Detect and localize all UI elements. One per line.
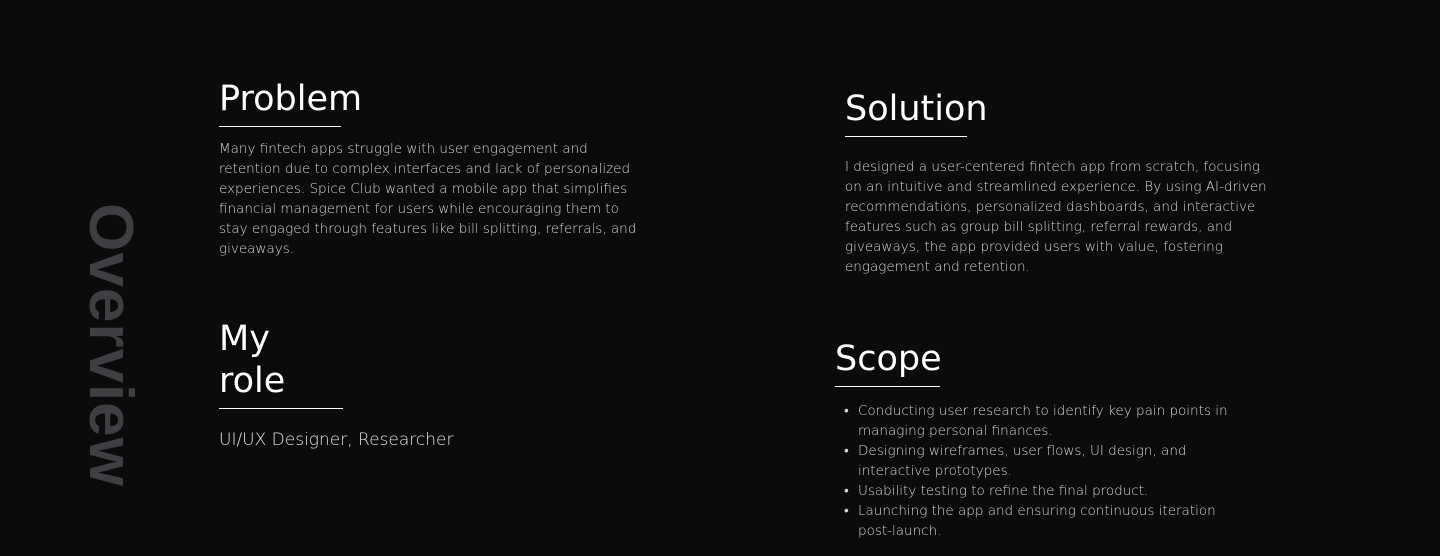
scope-heading: Scope — [835, 338, 942, 387]
bullet-icon: • — [844, 443, 849, 459]
scope-item-text: Designing wireframes, user flows, UI des… — [858, 443, 1187, 479]
scope-list-item: • Conducting user research to identify k… — [844, 401, 1247, 441]
solution-body: I designed a user-centered fintech app f… — [845, 159, 1267, 275]
scope-item-text: Conducting user research to identify key… — [858, 403, 1228, 439]
scope-list-item: • Designing wireframes, user flows, UI d… — [844, 441, 1247, 481]
my-role-heading: My role — [219, 318, 343, 409]
bullet-icon: • — [844, 483, 849, 499]
problem-body: Many fintech apps struggle with user eng… — [219, 141, 637, 257]
overview-side-title-text: Overview — [76, 203, 146, 487]
problem-heading: Problem — [219, 78, 362, 127]
bullet-icon: • — [844, 403, 849, 419]
scope-item-text: Usability testing to refine the final pr… — [858, 483, 1149, 499]
solution-heading: Solution — [845, 88, 988, 137]
scope-list: • Conducting user research to identify k… — [835, 401, 1247, 541]
scope-item-text: Launching the app and ensuring continuou… — [858, 503, 1216, 539]
my-role-section: My role UI/UX Designer, Researcher — [219, 318, 639, 451]
scope-section: Scope • Conducting user research to iden… — [835, 338, 1255, 541]
solution-section: Solution I designed a user-centered fint… — [845, 88, 1270, 277]
scope-list-item: • Launching the app and ensuring continu… — [844, 501, 1247, 541]
scope-list-item: • Usability testing to refine the final … — [844, 481, 1247, 501]
my-role-text: UI/UX Designer, Researcher — [219, 430, 454, 450]
overview-side-title: Overview — [60, 194, 160, 496]
bullet-icon: • — [844, 503, 849, 519]
problem-section: Problem Many fintech apps struggle with … — [219, 78, 639, 259]
